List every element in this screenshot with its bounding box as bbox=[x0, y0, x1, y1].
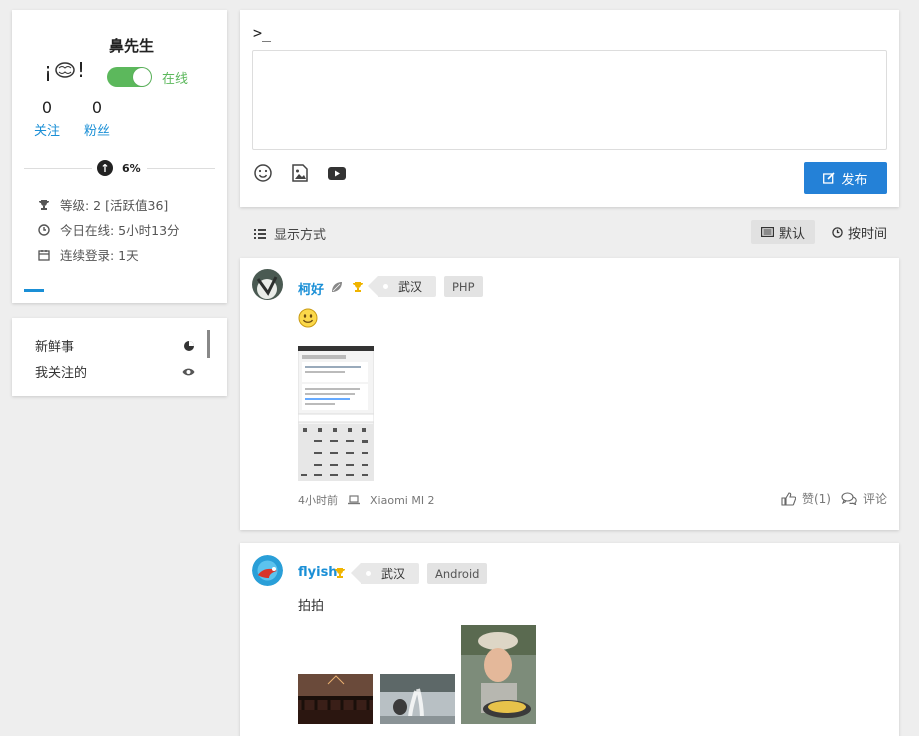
language-tag[interactable]: Android bbox=[427, 563, 488, 584]
nav-item-label: 新鲜事 bbox=[35, 340, 75, 355]
thumbs-up-icon[interactable] bbox=[781, 491, 796, 506]
post-time[interactable]: 4小时前 bbox=[298, 492, 338, 508]
nav-item-following[interactable]: 我关注的 bbox=[35, 362, 195, 381]
login-text: 连续登录: 1天 bbox=[60, 248, 139, 263]
video-icon[interactable] bbox=[327, 163, 347, 183]
comment-label[interactable]: 评论 bbox=[863, 490, 887, 507]
edit-icon bbox=[823, 172, 836, 184]
emoji-icon[interactable] bbox=[253, 163, 273, 183]
smile-emoji-icon bbox=[298, 308, 318, 328]
nav-scrollbar[interactable] bbox=[207, 330, 210, 358]
author-name[interactable]: 柯好 bbox=[298, 279, 324, 298]
post-card: flyish 武汉 Android 拍拍 bbox=[240, 543, 899, 736]
display-mode-text: 显示方式 bbox=[274, 228, 327, 243]
post-card: 柯好 武汉 PHP 4小时前 Xiaomi MI 2 赞(1) 评论 bbox=[240, 258, 899, 530]
list-icon bbox=[254, 229, 266, 239]
pie-chart-icon bbox=[184, 340, 194, 351]
author-avatar[interactable] bbox=[252, 269, 283, 300]
online-toggle[interactable] bbox=[107, 67, 152, 87]
sort-default-button[interactable]: 默认 bbox=[751, 220, 816, 244]
feed-nav: 新鲜事 我关注的 bbox=[12, 318, 227, 396]
language-tag[interactable]: PHP bbox=[444, 276, 483, 297]
username[interactable]: 鼻先生 bbox=[109, 35, 154, 56]
publish-button[interactable]: 发布 bbox=[804, 162, 887, 194]
sort-default-label: 默认 bbox=[779, 226, 806, 242]
avatar-image bbox=[252, 269, 283, 300]
trophy-icon bbox=[353, 282, 363, 292]
trophy-icon bbox=[335, 568, 345, 578]
display-mode-bar: 显示方式 默认 按时间 bbox=[240, 218, 899, 246]
city-tag[interactable]: 武汉 bbox=[350, 563, 420, 584]
comments-icon[interactable] bbox=[841, 492, 857, 505]
clock-icon bbox=[38, 223, 50, 236]
login-info: 连续登录: 1天 bbox=[38, 245, 139, 264]
sort-time-label: 按时间 bbox=[848, 226, 888, 242]
laptop-icon bbox=[348, 495, 360, 505]
person-eating-photo[interactable] bbox=[461, 625, 536, 724]
post-text: 拍拍 bbox=[298, 599, 325, 614]
trophy-icon bbox=[39, 199, 49, 210]
post-actions: 赞(1) 评论 bbox=[781, 490, 887, 507]
eye-icon bbox=[182, 368, 195, 375]
post-textarea[interactable] bbox=[252, 50, 887, 150]
avatar-image bbox=[252, 555, 283, 586]
clock-icon bbox=[832, 226, 843, 238]
follow-count: 0 bbox=[41, 98, 53, 117]
leaf-icon bbox=[332, 282, 342, 292]
list-alt-icon bbox=[761, 227, 774, 237]
divider-right bbox=[147, 168, 215, 169]
level-percent: 6% bbox=[122, 161, 141, 175]
display-mode-label: 显示方式 bbox=[254, 224, 326, 243]
fans-label[interactable]: 粉丝 bbox=[84, 120, 110, 139]
level-progress: ↑ 6% bbox=[97, 160, 141, 176]
arrow-up-icon: ↑ bbox=[97, 160, 113, 176]
publish-label: 发布 bbox=[841, 171, 868, 187]
nav-item-fresh[interactable]: 新鲜事 bbox=[35, 336, 195, 355]
sort-time-button[interactable]: 按时间 bbox=[822, 220, 897, 244]
terminal-prompt-icon: >_ bbox=[253, 24, 272, 42]
active-tab-indicator bbox=[24, 289, 44, 292]
author-avatar[interactable] bbox=[252, 555, 283, 586]
follow-label[interactable]: 关注 bbox=[34, 120, 60, 139]
author-name[interactable]: flyish bbox=[298, 565, 338, 580]
city-tag[interactable]: 武汉 bbox=[367, 276, 437, 297]
toggle-knob bbox=[133, 68, 151, 86]
fans-count: 0 bbox=[91, 98, 103, 117]
profile-card: ¡ ! 鼻先生 在线 0 关注 0 粉丝 ↑ 6% 等级: 2 [活跃值36] … bbox=[12, 10, 227, 303]
online-time-text: 今日在线: 5小时13分 bbox=[60, 223, 180, 238]
divider-left bbox=[24, 168, 92, 169]
fountain-photo[interactable] bbox=[380, 674, 455, 724]
level-info: 等级: 2 [活跃值36] bbox=[38, 195, 168, 214]
calendar-icon bbox=[38, 249, 50, 261]
fans-stat[interactable]: 0 粉丝 bbox=[84, 98, 110, 139]
image-upload-icon[interactable] bbox=[290, 163, 310, 183]
level-text: 等级: 2 [活跃值36] bbox=[60, 198, 169, 213]
user-avatar[interactable]: ¡ ! bbox=[40, 45, 90, 95]
bridge-night-photo[interactable] bbox=[298, 674, 373, 724]
follow-stat[interactable]: 0 关注 bbox=[34, 98, 60, 139]
brain-logo-icon: ¡ ! bbox=[44, 58, 85, 82]
online-time-info: 今日在线: 5小时13分 bbox=[38, 220, 180, 239]
post-device: Xiaomi MI 2 bbox=[370, 493, 435, 507]
svg-text:!: ! bbox=[77, 58, 85, 82]
post-meta: 4小时前 Xiaomi MI 2 bbox=[298, 492, 435, 508]
post-composer: >_ 发布 bbox=[240, 10, 899, 207]
online-status: 在线 bbox=[162, 72, 189, 87]
phone-screenshot-thumbnail[interactable] bbox=[298, 346, 374, 481]
svg-text:¡: ¡ bbox=[44, 58, 52, 82]
nav-item-label: 我关注的 bbox=[35, 366, 88, 381]
like-label[interactable]: 赞(1) bbox=[802, 490, 831, 507]
